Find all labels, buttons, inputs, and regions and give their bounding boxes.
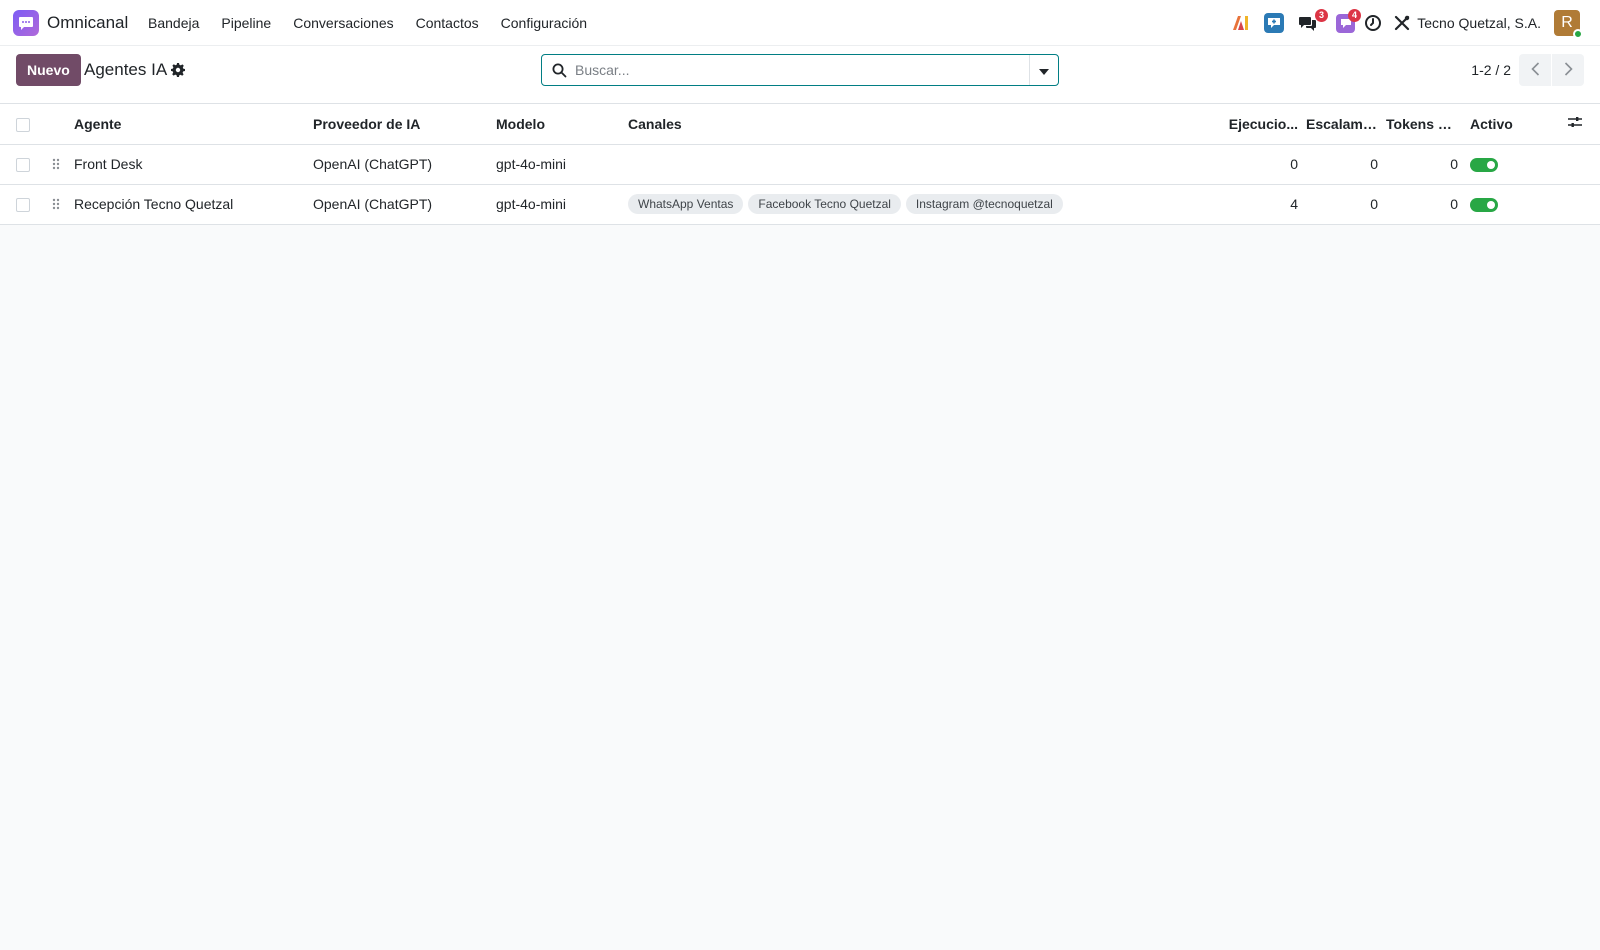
page-title: Agentes IA (84, 60, 168, 79)
menu-item-bandeja[interactable]: Bandeja (148, 15, 199, 31)
caret-down-icon (1039, 62, 1049, 78)
channel-tag: Facebook Tecno Quetzal (748, 194, 901, 214)
search-options-toggle[interactable] (1029, 55, 1058, 85)
cell-model: gpt-4o-mini (492, 144, 624, 185)
control-panel: Nuevo Agentes IA 1-2 / 2 (0, 46, 1600, 104)
cell-channels (624, 144, 1221, 185)
cell-tokens: 0 (1382, 184, 1462, 225)
table-row[interactable]: Recepción Tecno Quetzal OpenAI (ChatGPT)… (0, 184, 1600, 225)
app-name[interactable]: Omnicanal (47, 13, 128, 33)
column-header-agent[interactable]: Agente (70, 104, 309, 145)
channel-tag: WhatsApp Ventas (628, 194, 744, 214)
messages-icon[interactable]: 3 (1297, 9, 1328, 34)
select-all-checkbox[interactable] (16, 117, 30, 132)
cell-provider: OpenAI (ChatGPT) (309, 144, 492, 185)
chevron-right-icon (1564, 61, 1573, 79)
row-checkbox[interactable] (16, 158, 30, 173)
gear-icon[interactable] (171, 63, 185, 77)
cell-executions: 4 (1221, 184, 1302, 225)
activities-badge: 4 (1348, 9, 1361, 22)
menu-item-conversaciones[interactable]: Conversaciones (293, 15, 393, 31)
drag-handle-icon[interactable] (52, 157, 60, 173)
search-input[interactable] (575, 55, 1005, 85)
cell-model: gpt-4o-mini (492, 184, 624, 225)
column-header-active[interactable]: Activo (1462, 104, 1564, 145)
app-logo-icon[interactable] (13, 10, 39, 36)
top-navbar: Omnicanal Bandeja Pipeline Conversacione… (0, 0, 1600, 46)
column-header-provider[interactable]: Proveedor de IA (309, 104, 492, 145)
ai-icon[interactable] (1230, 12, 1252, 34)
drag-handle-icon[interactable] (52, 197, 60, 213)
user-avatar[interactable]: R (1554, 10, 1583, 39)
row-checkbox[interactable] (16, 198, 30, 213)
column-header-channels[interactable]: Canales (624, 104, 1221, 145)
new-button[interactable]: Nuevo (16, 54, 81, 86)
table-header-row: Agente Proveedor de IA Modelo Canales Ej… (0, 104, 1600, 145)
messages-badge: 3 (1315, 9, 1328, 22)
menu-item-configuracion[interactable]: Configuración (501, 15, 587, 31)
column-header-escalations[interactable]: Escalami... (1302, 104, 1382, 145)
avatar-initial: R (1561, 14, 1573, 31)
cell-tokens: 0 (1382, 144, 1462, 185)
agents-table: Agente Proveedor de IA Modelo Canales Ej… (0, 104, 1600, 225)
list-view: Agente Proveedor de IA Modelo Canales Ej… (0, 104, 1600, 225)
cell-channels: WhatsApp Ventas Facebook Tecno Quetzal Ins… (624, 184, 1221, 225)
pager-next-button[interactable] (1552, 54, 1584, 86)
clock-icon[interactable] (1362, 12, 1384, 34)
search-icon (552, 63, 567, 81)
search-bar (541, 54, 1059, 86)
active-toggle[interactable] (1470, 158, 1498, 173)
column-header-executions[interactable]: Ejecucio... (1221, 104, 1302, 145)
cell-agent: Front Desk (70, 144, 309, 185)
menu-item-contactos[interactable]: Contactos (416, 15, 479, 31)
cell-escalations: 0 (1302, 144, 1382, 185)
pager-value[interactable]: 1-2 / 2 (1471, 62, 1511, 78)
cell-escalations: 0 (1302, 184, 1382, 225)
cell-provider: OpenAI (ChatGPT) (309, 184, 492, 225)
chevron-left-icon (1530, 61, 1540, 79)
livechat-icon[interactable] (1263, 12, 1285, 34)
column-header-tokens[interactable]: Tokens u... (1382, 104, 1462, 145)
optional-columns-icon[interactable] (1568, 116, 1582, 132)
table-row[interactable]: Front Desk OpenAI (ChatGPT) gpt-4o-mini … (0, 144, 1600, 185)
activities-icon[interactable]: 4 (1335, 9, 1361, 34)
column-header-model[interactable]: Modelo (492, 104, 624, 145)
channel-tag: Instagram @tecnoquetzal (905, 194, 1063, 214)
pager-previous-button[interactable] (1519, 54, 1551, 86)
main-menu: Bandeja Pipeline Conversaciones Contacto… (148, 15, 609, 31)
active-toggle[interactable] (1470, 198, 1498, 213)
tools-icon[interactable] (1391, 12, 1413, 34)
company-switcher[interactable]: Tecno Quetzal, S.A. (1417, 15, 1541, 31)
cell-agent: Recepción Tecno Quetzal (70, 184, 309, 225)
menu-item-pipeline[interactable]: Pipeline (221, 15, 271, 31)
cell-executions: 0 (1221, 144, 1302, 185)
online-status-dot (1573, 29, 1583, 39)
